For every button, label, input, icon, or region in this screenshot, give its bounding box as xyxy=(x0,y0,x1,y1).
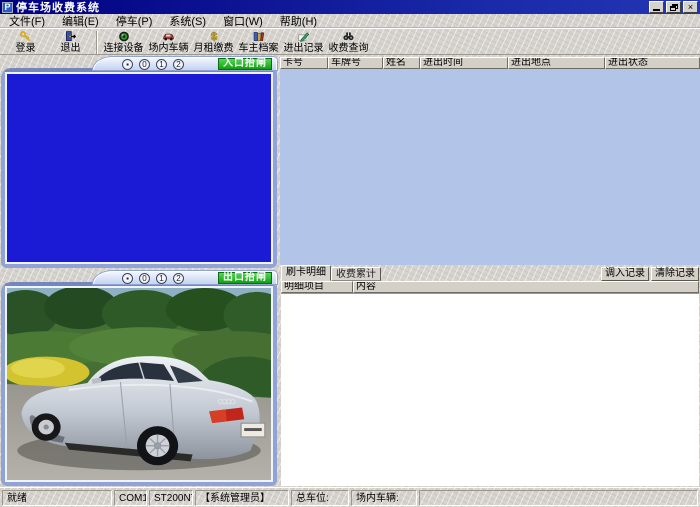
fee-query-button[interactable]: 收费查询 xyxy=(326,30,371,55)
exit-camera-car-image xyxy=(7,288,271,480)
svg-text:$: $ xyxy=(210,31,217,43)
owner-files-icon xyxy=(251,30,267,43)
status-operator: 【系统管理员】 xyxy=(195,490,289,506)
minimize-button[interactable] xyxy=(649,1,664,13)
login-button[interactable]: 登录 xyxy=(3,30,48,55)
inout-records-button[interactable]: 进出记录 xyxy=(281,30,326,55)
clear-records-button[interactable]: 清除记录 xyxy=(651,267,699,281)
column-plate-no: 车牌号 xyxy=(328,57,383,69)
detail-tabs-row: 刷卡明细 收费累计 调入记录 清除记录 xyxy=(281,265,699,281)
toolbar-label: 场内车辆 xyxy=(149,43,189,54)
key-icon xyxy=(18,30,34,43)
binoculars-icon xyxy=(341,30,357,43)
exit-panel-header: ▪ 0 1 2 出口抬闸 xyxy=(93,271,277,284)
dollar-icon: $ xyxy=(206,30,222,43)
exit-button[interactable]: 退出 xyxy=(48,30,93,55)
entrance-channel-record-button[interactable]: ▪ xyxy=(122,59,133,70)
entrance-channel-2-button[interactable]: 2 xyxy=(173,59,184,70)
column-detail-item: 明细项目 xyxy=(281,281,353,293)
toolbar-label: 退出 xyxy=(61,43,81,54)
connect-device-button[interactable]: 连接设备 xyxy=(101,30,146,55)
menu-bar: 文件(F) 编辑(E) 停车(P) 系统(S) 窗口(W) 帮助(H) xyxy=(0,14,700,28)
toolbar-label: 车主档案 xyxy=(239,43,279,54)
status-vehicles-in-lot: 场内车辆: xyxy=(351,490,417,506)
menu-system[interactable]: 系统(S) xyxy=(162,13,213,29)
status-device-model: ST200NT2 xyxy=(149,490,193,506)
entrance-camera-frame xyxy=(1,68,277,268)
toolbar-label: 进出记录 xyxy=(284,43,324,54)
menu-file[interactable]: 文件(F) xyxy=(2,13,52,29)
toolbar-label: 连接设备 xyxy=(104,43,144,54)
menu-edit[interactable]: 编辑(E) xyxy=(55,13,106,29)
exit-channel-1-button[interactable]: 1 xyxy=(156,273,167,284)
records-header-row: 卡号 车牌号 姓名 进出时间 进出地点 进出状态 xyxy=(280,57,700,69)
column-inout-time: 进出时间 xyxy=(420,57,508,69)
car-icon xyxy=(161,30,177,43)
toolbar-label: 月租缴费 xyxy=(194,43,234,54)
restore-icon xyxy=(670,4,678,11)
connect-device-icon xyxy=(116,30,132,43)
tab-fee-accumulation[interactable]: 收费累计 xyxy=(331,267,381,281)
card-detail-table: 明细项目 内容 xyxy=(281,281,699,486)
exit-camera-panel: ▪ 0 1 2 出口抬闸 xyxy=(1,271,277,486)
column-name: 姓名 xyxy=(383,57,420,69)
entrance-gate-open-button[interactable]: 入口抬闸 xyxy=(218,58,272,70)
exit-camera-frame xyxy=(1,282,277,486)
records-list-area[interactable] xyxy=(280,69,700,265)
parking-system-window: P 停车场收费系统 × 文件(F) 编辑(E) 停车(P) 系统(S) 窗口(W… xyxy=(0,0,700,507)
menu-window[interactable]: 窗口(W) xyxy=(216,13,270,29)
exit-gate-open-button[interactable]: 出口抬闸 xyxy=(218,272,272,284)
exit-door-icon xyxy=(63,30,79,43)
restore-button[interactable] xyxy=(666,1,681,13)
app-icon: P xyxy=(2,2,13,13)
record-pen-icon xyxy=(296,30,312,43)
toolbar-label: 收费查询 xyxy=(329,43,369,54)
exit-channel-0-button[interactable]: 0 xyxy=(139,273,150,284)
monthly-fee-button[interactable]: $ 月租缴费 xyxy=(191,30,236,55)
close-button[interactable]: × xyxy=(683,1,698,13)
column-inout-place: 进出地点 xyxy=(508,57,605,69)
entrance-channel-0-button[interactable]: 0 xyxy=(139,59,150,70)
entrance-camera-video xyxy=(5,72,273,264)
toolbar-separator xyxy=(96,31,98,54)
close-icon: × xyxy=(688,3,693,12)
status-empty-panel xyxy=(419,490,698,506)
status-ready: 就绪 xyxy=(2,490,112,506)
exit-channel-2-button[interactable]: 2 xyxy=(173,273,184,284)
minimize-icon xyxy=(653,9,660,11)
entrance-channel-1-button[interactable]: 1 xyxy=(156,59,167,70)
owner-files-button[interactable]: 车主档案 xyxy=(236,30,281,55)
menu-parking[interactable]: 停车(P) xyxy=(109,13,160,29)
menu-help[interactable]: 帮助(H) xyxy=(273,13,324,29)
exit-camera-video xyxy=(5,286,273,482)
detail-list-area[interactable] xyxy=(281,293,699,486)
tab-card-swipe-detail[interactable]: 刷卡明细 xyxy=(281,265,331,281)
column-card-no: 卡号 xyxy=(280,57,328,69)
status-com-port: COM1 xyxy=(114,490,147,506)
toolbar: 登录 退出 连接设备 场内车辆 $ 月租缴费 xyxy=(0,28,700,55)
status-total-spaces: 总车位: xyxy=(291,490,349,506)
column-inout-status: 进出状态 xyxy=(605,57,700,69)
vehicles-in-lot-button[interactable]: 场内车辆 xyxy=(146,30,191,55)
exit-channel-record-button[interactable]: ▪ xyxy=(122,273,133,284)
detail-header-row: 明细项目 内容 xyxy=(281,281,699,293)
entrance-camera-panel: ▪ 0 1 2 入口抬闸 xyxy=(1,57,277,268)
inout-records-table: 卡号 车牌号 姓名 进出时间 进出地点 进出状态 xyxy=(280,57,700,265)
column-detail-content: 内容 xyxy=(353,281,699,293)
toolbar-label: 登录 xyxy=(16,43,36,54)
load-records-button[interactable]: 调入记录 xyxy=(601,267,649,281)
status-bar: 就绪 COM1 ST200NT2 【系统管理员】 总车位: 场内车辆: xyxy=(0,487,700,507)
entrance-panel-header: ▪ 0 1 2 入口抬闸 xyxy=(93,57,277,70)
